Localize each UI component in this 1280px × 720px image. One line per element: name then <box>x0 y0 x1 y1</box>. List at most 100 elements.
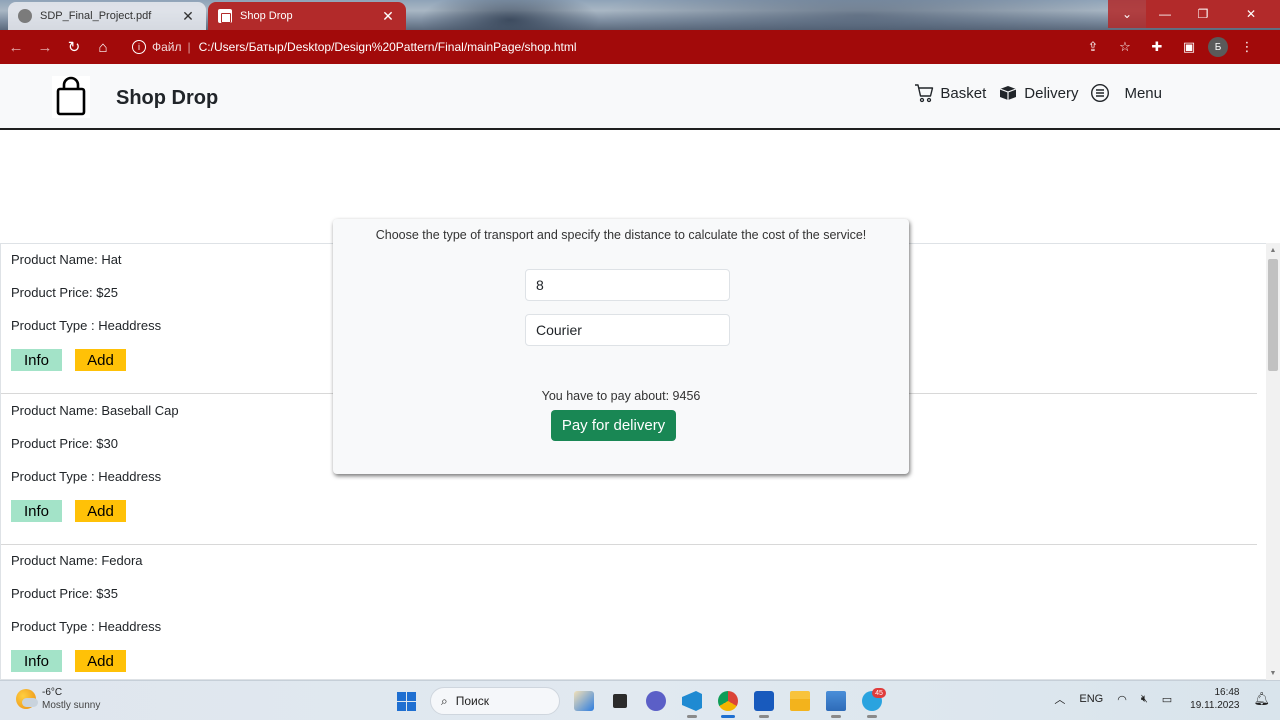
weather-widget[interactable]: -6°C Mostly sunny <box>16 686 100 712</box>
product-type: Product Type : Headdress <box>11 318 162 333</box>
folder-icon <box>790 691 810 711</box>
scheme-label: Файл <box>152 40 182 54</box>
delivery-cost-result: You have to pay about: 9456 <box>541 389 701 403</box>
nav-basket-label: Basket <box>940 84 987 102</box>
running-indicator <box>867 715 877 718</box>
running-indicator <box>759 715 769 718</box>
tray-overflow-icon[interactable]: ︿ <box>1054 691 1065 707</box>
tab-search-icon[interactable]: ⌄ <box>1108 0 1146 28</box>
word-icon <box>754 691 774 711</box>
scroll-down-icon[interactable]: ▼ <box>1266 666 1280 680</box>
windows-taskbar: -6°C Mostly sunny ⌕ Поиск 45 ︿ ENG ◠ 🔇︎ … <box>0 680 1280 720</box>
extensions-icon[interactable]: ✚ <box>1144 34 1170 60</box>
battery-icon[interactable]: ▭ <box>1162 693 1172 706</box>
taskbar-app-whiteboard[interactable] <box>566 687 602 715</box>
product-card: Product Name: Fedora Product Price: $35 … <box>1 545 1257 679</box>
nav-delivery[interactable]: Delivery <box>998 84 1078 102</box>
whiteboard-app-icon <box>574 691 594 711</box>
close-tab-icon[interactable]: ✕ <box>380 8 396 25</box>
nav-menu-label: Menu <box>1124 84 1162 102</box>
chat-app-icon <box>646 691 666 711</box>
url-bar[interactable]: i Файл | C:/Users/Батыр/Desktop/Design%2… <box>132 34 1080 60</box>
add-button[interactable]: Add <box>75 650 126 672</box>
brand-name[interactable]: Shop Drop <box>116 87 218 110</box>
partly-sunny-icon <box>16 689 38 709</box>
taskbar-apps: ⌕ Поиск 45 <box>388 687 890 718</box>
page-scrollbar[interactable]: ▲ ▼ <box>1266 243 1280 680</box>
clock-date: 19.11.2023 <box>1190 700 1240 711</box>
search-icon: ⌕ <box>441 693 448 708</box>
taskbar-app-explorer[interactable] <box>782 687 818 715</box>
volume-muted-icon[interactable]: 🔇︎ <box>1141 693 1148 706</box>
notification-bell-icon[interactable]: 🔔︎ <box>1253 691 1270 707</box>
close-tab-icon[interactable]: ✕ <box>180 8 196 25</box>
nav-delivery-label: Delivery <box>1024 84 1079 102</box>
back-button[interactable]: ← <box>3 34 29 60</box>
site-info-icon[interactable]: i <box>132 40 146 54</box>
taskbar-app-vscode[interactable] <box>674 687 710 718</box>
address-toolbar: ← → ↻ ⌂ i Файл | C:/Users/Батыр/Desktop/… <box>0 30 1280 64</box>
taskbar-app-taskview[interactable] <box>602 687 638 715</box>
nav-menu[interactable]: Menu <box>1090 83 1162 103</box>
transport-type-input[interactable]: Courier <box>525 314 730 346</box>
info-button[interactable]: Info <box>11 650 62 672</box>
taskbar-app-chrome[interactable] <box>710 687 746 718</box>
wifi-icon[interactable]: ◠ <box>1117 693 1127 706</box>
telegram-unread-badge: 45 <box>872 688 886 698</box>
reload-button[interactable]: ↻ <box>61 34 87 60</box>
distance-input[interactable]: 8 <box>525 269 730 301</box>
share-icon[interactable]: ⇪ <box>1080 34 1106 60</box>
tab-shop-drop[interactable]: Shop Drop ✕ <box>208 2 406 30</box>
minimize-button[interactable]: — <box>1146 0 1184 28</box>
pay-for-delivery-button[interactable]: Pay for delivery <box>551 410 676 441</box>
browser-menu-icon[interactable]: ⋮ <box>1234 34 1260 60</box>
main-nav: Basket Delivery Menu <box>902 83 1162 103</box>
start-button[interactable] <box>388 687 424 715</box>
browser-tabstrip: SDP_Final_Project.pdf ✕ Shop Drop ✕ ⌄ — … <box>0 0 1280 30</box>
language-indicator[interactable]: ENG <box>1079 693 1103 705</box>
chrome-icon <box>718 691 738 711</box>
forward-button[interactable]: → <box>32 34 58 60</box>
wallpaper-trees <box>600 0 1120 30</box>
clock-time: 16:48 <box>1214 687 1240 698</box>
weather-condition: Mostly sunny <box>42 700 101 711</box>
add-button[interactable]: Add <box>75 500 126 522</box>
add-button[interactable]: Add <box>75 349 126 371</box>
clock[interactable]: 16:48 19.11.2023 <box>1190 686 1239 712</box>
menu-icon <box>1091 83 1110 103</box>
delivery-box-icon <box>1000 86 1017 100</box>
taskbar-search[interactable]: ⌕ Поиск <box>430 687 560 715</box>
taskbar-app-teams[interactable] <box>638 687 674 715</box>
vscode-icon <box>682 691 702 711</box>
taskbar-app-monitor[interactable] <box>818 687 854 718</box>
bookmark-star-icon[interactable]: ☆ <box>1112 34 1138 60</box>
taskbar-app-word[interactable] <box>746 687 782 718</box>
profile-avatar[interactable]: Б <box>1208 37 1228 57</box>
tab-pdf[interactable]: SDP_Final_Project.pdf ✕ <box>8 2 206 30</box>
scroll-up-icon[interactable]: ▲ <box>1266 243 1280 257</box>
nav-basket[interactable]: Basket <box>914 83 986 103</box>
site-header: Shop Drop Basket Delivery Menu <box>0 64 1280 130</box>
maximize-button[interactable]: ❐ <box>1184 0 1222 28</box>
close-window-button[interactable]: ✕ <box>1222 0 1280 28</box>
scheme-separator: | <box>187 40 191 54</box>
product-type: Product Type : Headdress <box>11 469 162 484</box>
weather-temp: -6°C <box>42 687 63 698</box>
shop-favicon-icon <box>218 9 232 23</box>
product-price: Product Price: $25 <box>11 285 118 300</box>
system-tray: ︿ ENG ◠ 🔇︎ ▭ 16:48 19.11.2023 🔔︎ <box>1040 686 1270 712</box>
taskbar-app-telegram[interactable]: 45 <box>854 687 890 718</box>
shopping-bag-logo-icon[interactable] <box>52 76 90 118</box>
side-panel-icon[interactable]: ▣ <box>1176 34 1202 60</box>
control-panel-icon <box>826 691 846 711</box>
scroll-thumb[interactable] <box>1268 259 1278 371</box>
home-button[interactable]: ⌂ <box>90 34 116 60</box>
info-button[interactable]: Info <box>11 500 62 522</box>
info-button[interactable]: Info <box>11 349 62 371</box>
delivery-cost-modal: Choose the type of transport and specify… <box>333 219 909 474</box>
task-view-icon <box>613 694 627 708</box>
product-name: Product Name: Baseball Cap <box>11 403 179 418</box>
windows-logo-icon <box>396 691 416 711</box>
product-price: Product Price: $30 <box>11 436 118 451</box>
url-text[interactable]: C:/Users/Батыр/Desktop/Design%20Pattern/… <box>199 40 577 54</box>
